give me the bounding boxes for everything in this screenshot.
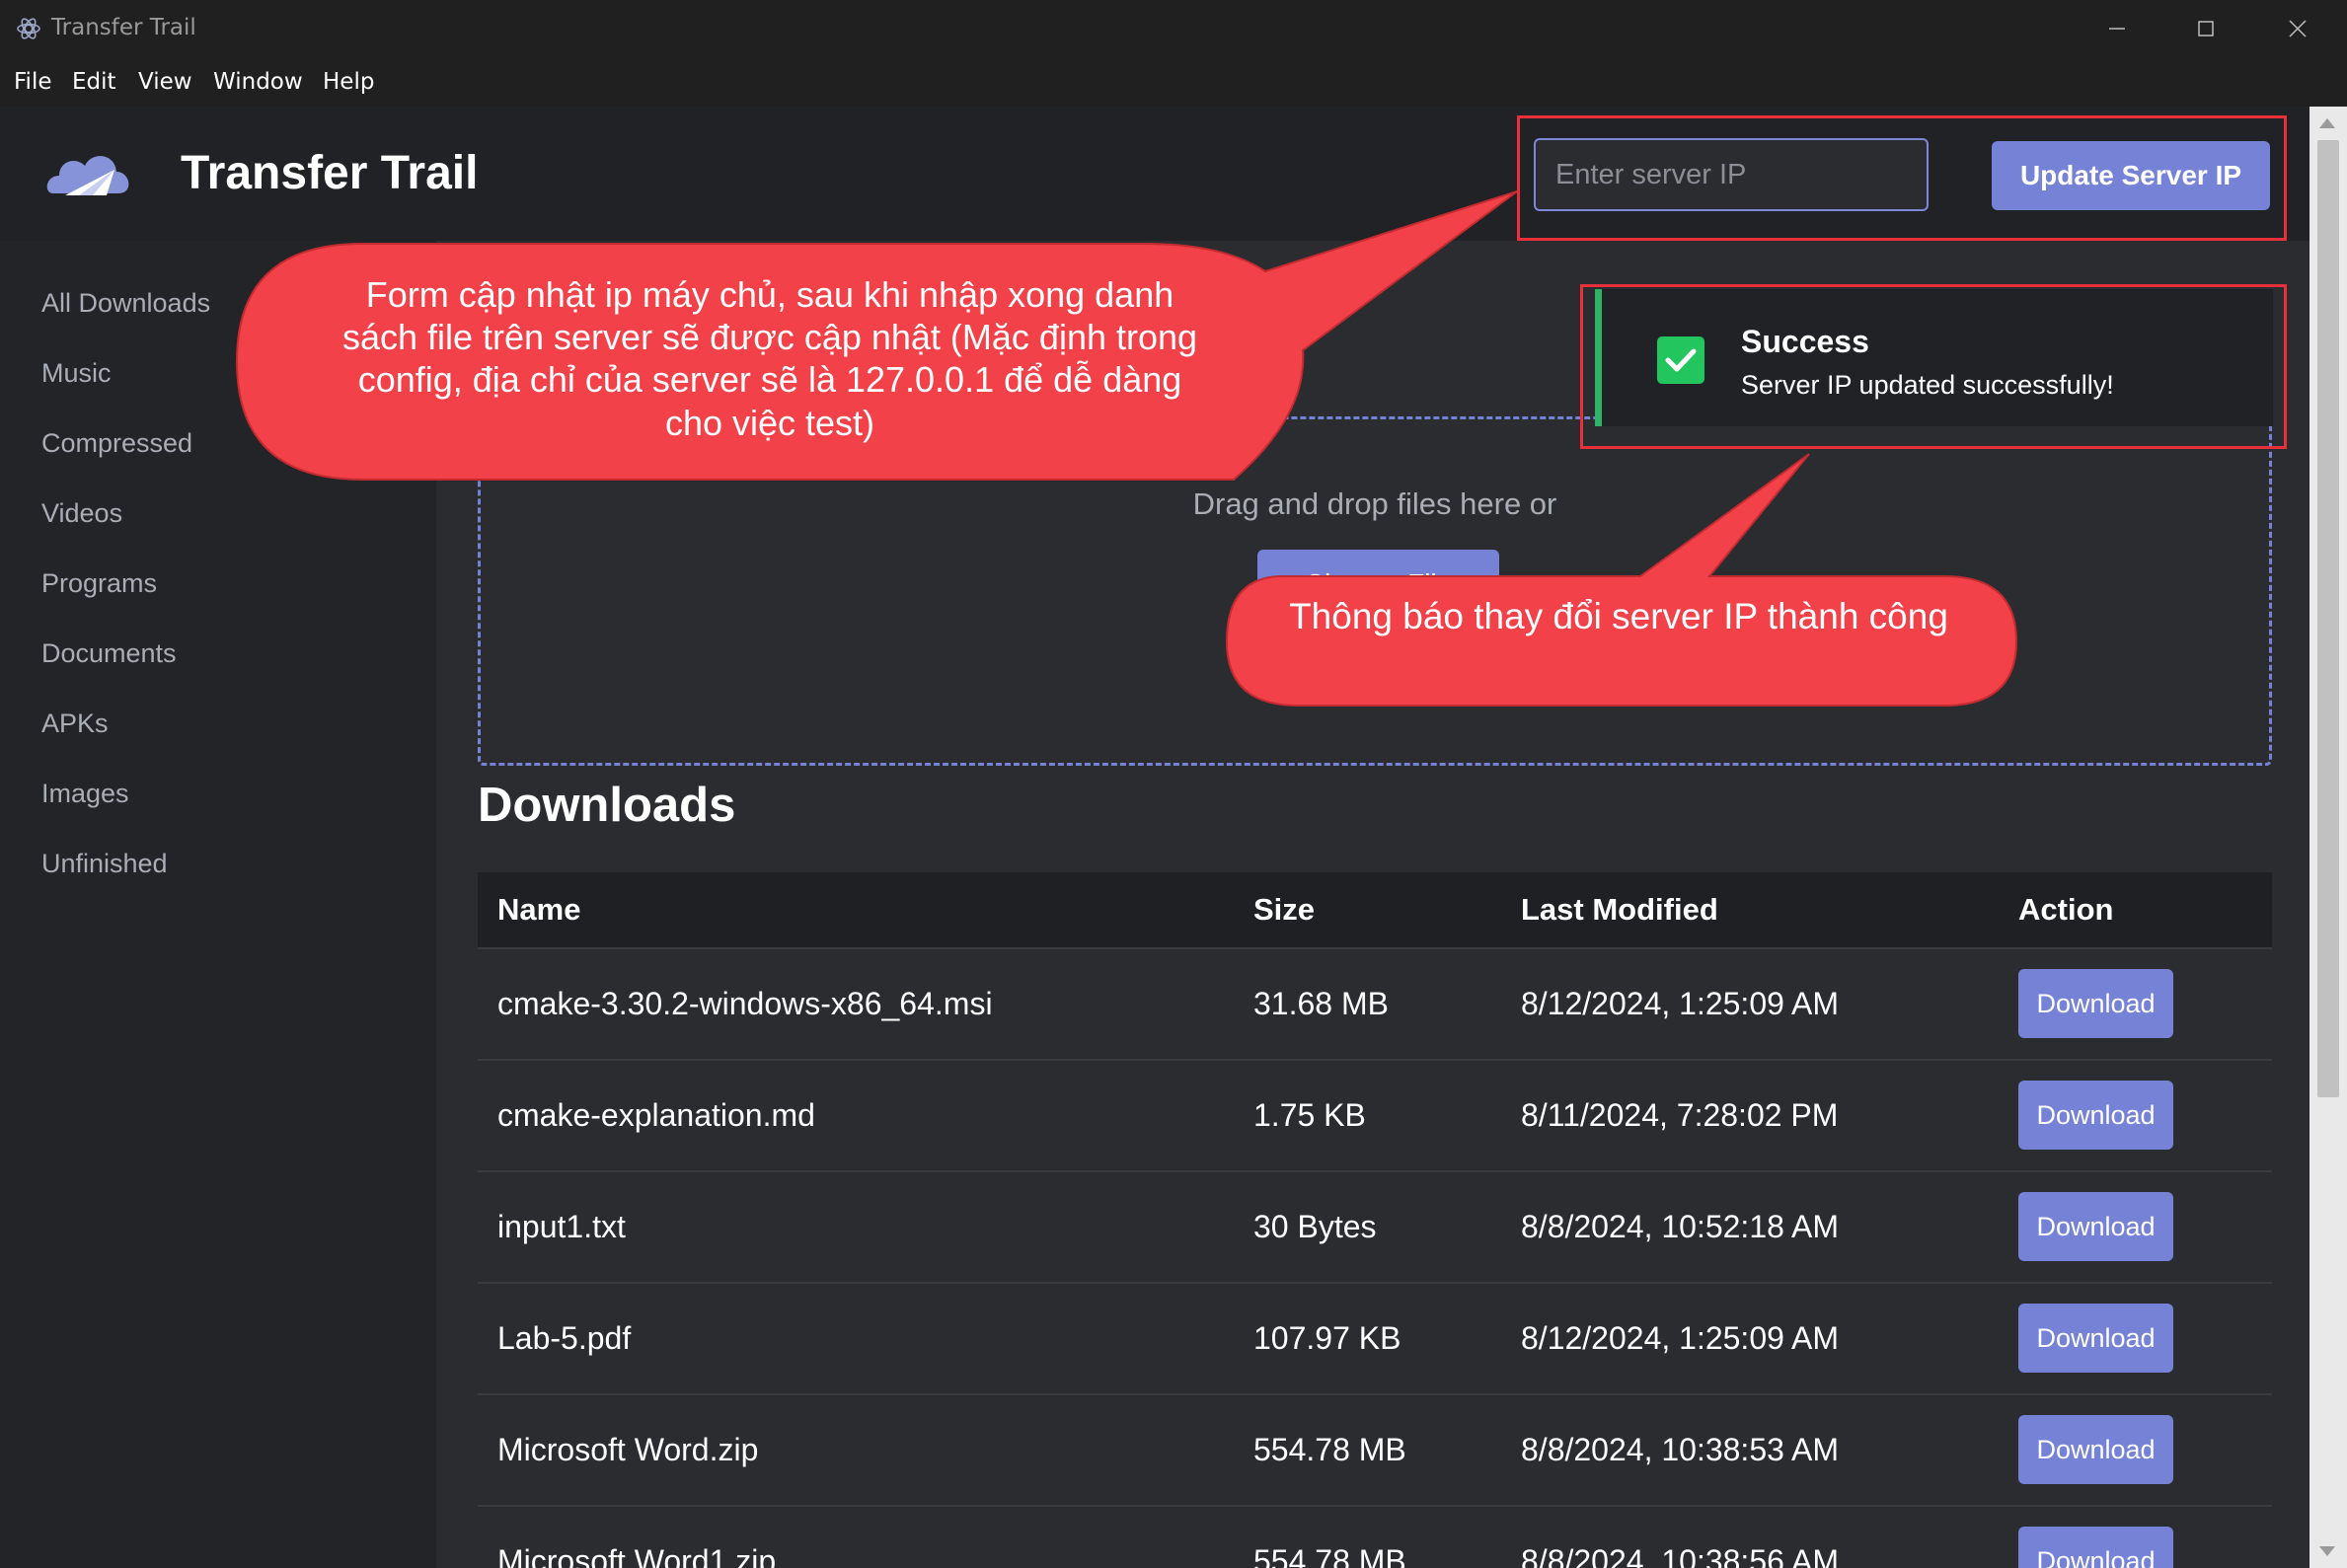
file-size: 554.78 MB xyxy=(1253,1543,1406,1568)
downloads-heading: Downloads xyxy=(478,779,736,832)
scroll-up-arrow-icon[interactable] xyxy=(2319,118,2335,128)
scrollbar-thumb[interactable] xyxy=(2317,140,2339,1097)
file-modified: 8/12/2024, 1:25:09 AM xyxy=(1521,986,1840,1021)
download-button[interactable]: Download xyxy=(2018,1081,2173,1150)
file-modified: 8/8/2024, 10:38:53 AM xyxy=(1521,1432,1840,1467)
download-button[interactable]: Download xyxy=(2018,969,2173,1038)
file-modified: 8/8/2024, 10:52:18 AM xyxy=(1521,1209,1840,1244)
maximize-button[interactable] xyxy=(2181,10,2231,47)
sidebar-item-unfinished[interactable]: Unfinished xyxy=(41,849,168,879)
app-icon xyxy=(17,18,40,39)
download-button[interactable]: Download xyxy=(2018,1192,2173,1261)
minimize-button[interactable] xyxy=(2092,10,2142,47)
server-ip-input[interactable] xyxy=(1534,138,1929,211)
app-title: Transfer Trail xyxy=(181,147,479,199)
close-button[interactable] xyxy=(2273,10,2322,47)
menu-window[interactable]: Window xyxy=(213,69,303,95)
cloud-logo-icon xyxy=(46,156,129,195)
table-row: Lab-5.pdf 107.97 KB 8/12/2024, 1:25:09 A… xyxy=(478,1284,2272,1395)
sidebar-item-videos[interactable]: Videos xyxy=(41,498,122,529)
column-action: Action xyxy=(2018,892,2114,927)
file-size: 1.75 KB xyxy=(1253,1097,1366,1133)
file-name: input1.txt xyxy=(497,1209,626,1244)
sidebar-item-apks[interactable]: APKs xyxy=(41,709,109,739)
menu-file[interactable]: File xyxy=(14,69,52,95)
file-name: Microsoft Word.zip xyxy=(497,1432,759,1467)
file-drop-zone[interactable]: Drag and drop files here or Choose File xyxy=(478,416,2272,766)
update-server-ip-button[interactable]: Update Server IP xyxy=(1992,141,2270,210)
menu-edit[interactable]: Edit xyxy=(72,69,116,95)
checkmark-icon xyxy=(1665,348,1697,372)
file-modified: 8/8/2024, 10:38:56 AM xyxy=(1521,1543,1840,1568)
window-title: Transfer Trail xyxy=(51,15,196,40)
success-toast: Success Server IP updated successfully! xyxy=(1595,289,2273,426)
sidebar-item-documents[interactable]: Documents xyxy=(41,638,177,669)
sidebar-item-music[interactable]: Music xyxy=(41,358,112,389)
toast-title: Success xyxy=(1741,324,1869,359)
sidebar-item-compressed[interactable]: Compressed xyxy=(41,428,192,459)
scroll-down-arrow-icon[interactable] xyxy=(2319,1546,2335,1556)
file-size: 30 Bytes xyxy=(1253,1209,1377,1244)
download-button[interactable]: Download xyxy=(2018,1415,2173,1484)
file-name: Microsoft Word1.zip xyxy=(497,1543,777,1568)
maximize-icon xyxy=(2198,21,2214,37)
menu-view[interactable]: View xyxy=(138,69,192,95)
vertical-scrollbar[interactable] xyxy=(2309,107,2347,1568)
downloads-table: Name Size Last Modified Action cmake-3.3… xyxy=(478,872,2272,1568)
title-bar: Transfer Trail xyxy=(0,0,2347,57)
column-size: Size xyxy=(1253,892,1316,927)
table-row: input1.txt 30 Bytes 8/8/2024, 10:52:18 A… xyxy=(478,1172,2272,1284)
file-size: 554.78 MB xyxy=(1253,1432,1406,1467)
sidebar-item-images[interactable]: Images xyxy=(41,779,129,809)
table-header: Name Size Last Modified Action xyxy=(478,872,2272,949)
close-icon xyxy=(2289,20,2307,37)
app-header: Transfer Trail Update Server IP xyxy=(0,107,2309,241)
file-modified: 8/11/2024, 7:28:02 PM xyxy=(1521,1097,1839,1133)
file-name: Lab-5.pdf xyxy=(497,1320,632,1356)
sidebar-item-programs[interactable]: Programs xyxy=(41,568,157,599)
minimize-icon xyxy=(2109,28,2125,30)
form-callout-text: Form cập nhật ip máy chủ, sau khi nhập x… xyxy=(341,274,1198,443)
success-check-badge xyxy=(1657,336,1704,384)
drop-zone-text: Drag and drop files here or xyxy=(1192,486,1557,521)
menu-bar: File Edit View Window Help xyxy=(0,57,2347,107)
toast-callout-text: Thông báo thay đổi server IP thành công xyxy=(1289,596,1948,636)
table-row: Microsoft Word.zip 554.78 MB 8/8/2024, 1… xyxy=(478,1395,2272,1507)
column-last-modified: Last Modified xyxy=(1521,892,1718,927)
download-button[interactable]: Download xyxy=(2018,1527,2173,1568)
menu-help[interactable]: Help xyxy=(323,69,374,95)
toast-message: Server IP updated successfully! xyxy=(1741,370,2114,400)
file-name: cmake-explanation.md xyxy=(497,1097,815,1133)
file-size: 107.97 KB xyxy=(1253,1320,1401,1356)
download-button[interactable]: Download xyxy=(2018,1304,2173,1373)
table-row: Microsoft Word1.zip 554.78 MB 8/8/2024, … xyxy=(478,1507,2272,1568)
table-row: cmake-explanation.md 1.75 KB 8/11/2024, … xyxy=(478,1061,2272,1172)
file-name: cmake-3.30.2-windows-x86_64.msi xyxy=(497,986,993,1021)
file-modified: 8/12/2024, 1:25:09 AM xyxy=(1521,1320,1840,1356)
file-size: 31.68 MB xyxy=(1253,986,1389,1021)
table-row: cmake-3.30.2-windows-x86_64.msi 31.68 MB… xyxy=(478,949,2272,1061)
column-name: Name xyxy=(497,892,581,927)
sidebar-item-all-downloads[interactable]: All Downloads xyxy=(41,288,210,319)
